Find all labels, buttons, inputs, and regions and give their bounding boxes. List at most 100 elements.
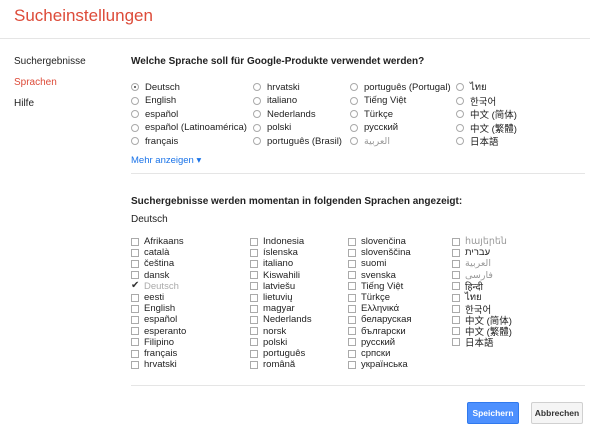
- checkmark-icon[interactable]: ✔: [131, 281, 139, 291]
- language-radio[interactable]: Nederlands: [253, 108, 316, 120]
- language-checkbox[interactable]: svenska: [348, 270, 396, 281]
- checkbox-square[interactable]: [250, 248, 258, 257]
- radio-circle[interactable]: [350, 123, 358, 132]
- radio-circle[interactable]: [131, 110, 139, 118]
- language-checkbox[interactable]: Afrikaans: [131, 236, 184, 247]
- checkbox-square[interactable]: [452, 304, 460, 313]
- radio-circle[interactable]: [253, 110, 261, 118]
- language-checkbox[interactable]: norsk: [250, 326, 286, 337]
- language-radio[interactable]: 中文 (简体): [456, 108, 517, 121]
- checkbox-square[interactable]: [452, 259, 460, 268]
- checkbox-square[interactable]: [250, 293, 258, 302]
- language-checkbox[interactable]: hrvatski: [131, 359, 177, 370]
- language-checkbox[interactable]: русский: [348, 337, 395, 348]
- language-checkbox[interactable]: slovenščina: [348, 247, 411, 258]
- language-radio[interactable]: русский: [350, 122, 398, 134]
- language-radio[interactable]: ไทย: [456, 81, 487, 93]
- checkbox-square[interactable]: [250, 271, 258, 280]
- language-checkbox[interactable]: ✔ Deutsch: [131, 281, 179, 292]
- language-checkbox[interactable]: dansk: [131, 270, 169, 281]
- language-checkbox[interactable]: English: [131, 303, 175, 314]
- checkbox-square[interactable]: [452, 293, 460, 302]
- checkbox-square[interactable]: [250, 282, 258, 291]
- language-radio[interactable]: português (Portugal): [350, 81, 451, 93]
- radio-circle[interactable]: [131, 96, 139, 105]
- checkbox-square[interactable]: [348, 259, 356, 268]
- language-checkbox[interactable]: 日本語: [452, 337, 494, 349]
- radio-circle[interactable]: [350, 96, 358, 105]
- language-radio[interactable]: Türkçe: [350, 108, 393, 120]
- language-checkbox[interactable]: Filipino: [131, 337, 174, 348]
- language-checkbox[interactable]: Kiswahili: [250, 270, 300, 281]
- checkbox-square[interactable]: [348, 327, 356, 336]
- checkbox-square[interactable]: [452, 315, 460, 324]
- language-checkbox[interactable]: հայերեն: [452, 236, 507, 247]
- sidebar-item-suchergebnisse[interactable]: Suchergebnisse: [14, 56, 86, 67]
- language-radio[interactable]: English: [131, 95, 176, 107]
- language-checkbox[interactable]: português: [250, 348, 305, 359]
- language-checkbox[interactable]: Türkçe: [348, 292, 390, 303]
- language-checkbox[interactable]: български: [348, 326, 406, 337]
- language-radio[interactable]: italiano: [253, 95, 297, 107]
- radio-circle[interactable]: [253, 83, 261, 91]
- language-checkbox[interactable]: français: [131, 348, 177, 359]
- sidebar-item-hilfe[interactable]: Hilfe: [14, 98, 34, 109]
- radio-circle[interactable]: [456, 123, 464, 132]
- language-checkbox[interactable]: čeština: [131, 258, 174, 269]
- checkbox-square[interactable]: [131, 327, 139, 336]
- cancel-button[interactable]: Abbrechen: [531, 402, 583, 424]
- checkbox-square[interactable]: [131, 293, 139, 302]
- language-radio[interactable]: español: [131, 108, 178, 120]
- checkbox-square[interactable]: [250, 349, 258, 358]
- language-checkbox[interactable]: eesti: [131, 292, 164, 303]
- radio-circle[interactable]: [350, 83, 358, 91]
- language-checkbox[interactable]: العربية: [452, 258, 491, 269]
- save-button[interactable]: Speichern: [467, 402, 519, 424]
- language-checkbox[interactable]: עברית: [452, 247, 490, 258]
- radio-circle[interactable]: [456, 83, 464, 91]
- checkbox-square[interactable]: [452, 327, 460, 336]
- checkbox-square[interactable]: [250, 237, 258, 246]
- radio-circle[interactable]: [253, 123, 261, 132]
- language-radio[interactable]: Deutsch: [131, 81, 180, 93]
- language-radio[interactable]: Tiếng Việt: [350, 95, 406, 107]
- radio-circle[interactable]: [350, 110, 358, 118]
- language-checkbox[interactable]: lietuvių: [250, 292, 293, 303]
- language-radio[interactable]: 中文 (繁體): [456, 122, 517, 135]
- checkbox-square[interactable]: [131, 248, 139, 257]
- checkbox-square[interactable]: [131, 315, 139, 324]
- checkbox-square[interactable]: [131, 338, 139, 347]
- checkbox-square[interactable]: [348, 293, 356, 302]
- checkbox-square[interactable]: [452, 237, 460, 246]
- checkbox-square[interactable]: [348, 360, 356, 369]
- checkbox-square[interactable]: [452, 282, 460, 291]
- checkbox-square[interactable]: [131, 237, 139, 246]
- language-checkbox[interactable]: polski: [250, 337, 287, 348]
- more-languages-link[interactable]: Mehr anzeigen ▾: [131, 155, 201, 166]
- sidebar-item-sprachen[interactable]: Sprachen: [14, 77, 57, 88]
- language-checkbox[interactable]: esperanto: [131, 326, 186, 337]
- radio-circle[interactable]: [253, 137, 261, 145]
- language-radio[interactable]: hrvatski: [253, 81, 300, 93]
- radio-circle[interactable]: [350, 137, 358, 145]
- language-checkbox[interactable]: Indonesia: [250, 236, 304, 247]
- checkbox-square[interactable]: [452, 271, 460, 280]
- radio-circle[interactable]: [456, 96, 464, 105]
- checkbox-square[interactable]: [131, 271, 139, 280]
- language-checkbox[interactable]: српски: [348, 348, 390, 359]
- language-checkbox[interactable]: català: [131, 247, 169, 258]
- language-checkbox[interactable]: magyar: [250, 303, 295, 314]
- language-checkbox[interactable]: suomi: [348, 258, 386, 269]
- checkbox-square[interactable]: [348, 237, 356, 246]
- checkbox-square[interactable]: [131, 259, 139, 268]
- radio-circle[interactable]: [456, 110, 464, 118]
- language-radio[interactable]: português (Brasil): [253, 135, 342, 147]
- checkbox-square[interactable]: [131, 349, 139, 358]
- checkbox-square[interactable]: [250, 338, 258, 347]
- checkbox-square[interactable]: [348, 248, 356, 257]
- language-checkbox[interactable]: беларуская: [348, 314, 412, 325]
- checkbox-square[interactable]: [250, 315, 258, 324]
- checkbox-square[interactable]: [250, 259, 258, 268]
- language-checkbox[interactable]: latviešu: [250, 281, 295, 292]
- checkbox-square[interactable]: [250, 360, 258, 369]
